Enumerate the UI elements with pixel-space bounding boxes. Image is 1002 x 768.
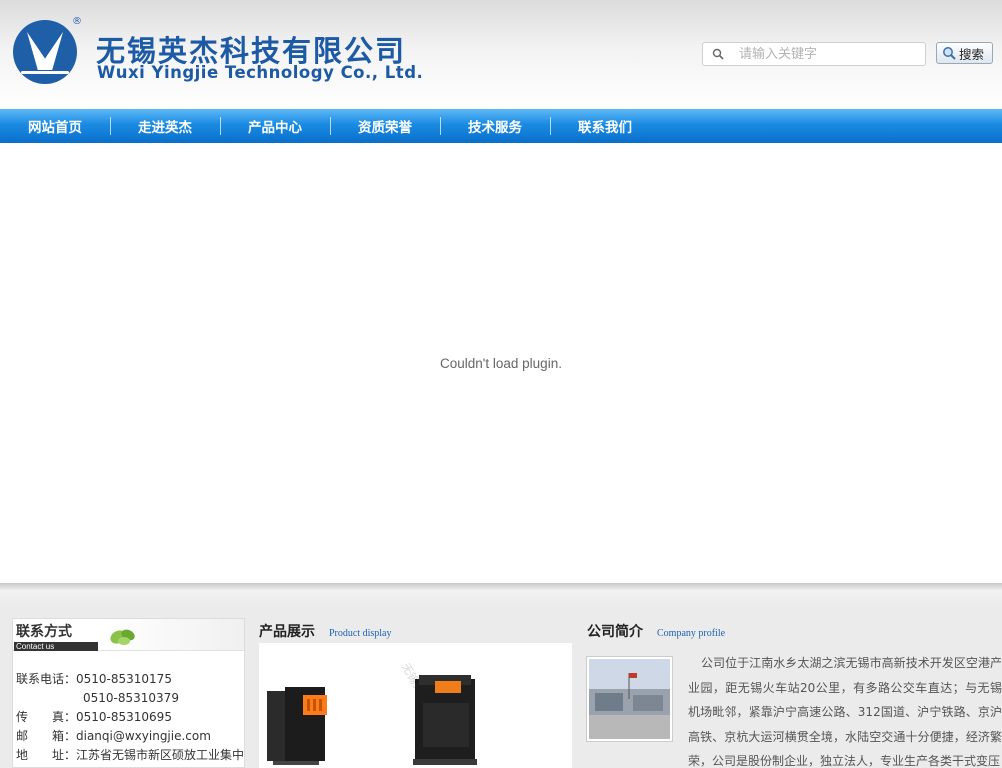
contact-address: 地 址：江苏省无锡市新区硕放工业集中 [16,748,245,762]
logo-bird-shape [27,32,63,70]
company-logo[interactable] [13,20,77,84]
profile-header: 公司简介 Company profile [587,621,725,641]
products-title: 产品展示 [259,624,315,640]
products-title-en[interactable]: Product display [329,628,392,639]
search-button[interactable]: 搜索 [936,42,993,64]
nav-item-products[interactable]: 产品中心 [220,109,330,143]
site-header: ® 无锡英杰科技有限公司 Wuxi Yingjie Technology Co.… [0,0,1002,109]
plugin-placeholder: Couldn't load plugin. [0,143,1002,583]
nav-item-services[interactable]: 技术服务 [440,109,550,143]
company-building-photo[interactable] [586,656,673,742]
nav-item-about[interactable]: 走进英杰 [110,109,220,143]
plugin-error-message: Couldn't load plugin. [440,355,562,371]
contact-panel: 联系方式 Contact us 联系电话：0510-85310175 0510-… [12,618,245,768]
lower-section-divider [0,583,1002,605]
nav-item-contact[interactable]: 联系我们 [550,109,660,143]
search-box [702,42,926,66]
contact-fax: 传 真：0510-85310695 [16,710,172,724]
products-header: 产品展示 Product display [259,621,392,641]
profile-title: 公司简介 [587,624,643,640]
building-image [589,659,670,739]
contact-email: 邮 箱：dianqi@wxyingjie.com [16,729,211,743]
profile-title-en[interactable]: Company profile [657,628,725,639]
contact-subtitle: Contact us [14,642,98,651]
contact-phone-2: 0510-85310379 [83,691,179,705]
contact-title: 联系方式 [16,624,72,640]
leaf-icon [110,629,135,645]
product-image-power-unit[interactable] [409,673,479,768]
nav-item-home[interactable]: 网站首页 [0,109,110,143]
contact-phone: 联系电话：0510-85310175 [16,672,172,686]
profile-description: 公司位于江南水乡太湖之滨无锡市高新技术开发区空港产业园，距无锡火车站20公里，有… [688,656,1002,768]
search-button-label: 搜索 [959,46,985,62]
main-nav: 网站首页 走进英杰 产品中心 资质荣誉 技术服务 联系我们 [0,109,1002,143]
contact-banner: 联系方式 Contact us [13,619,244,651]
nav-item-honors[interactable]: 资质荣誉 [330,109,440,143]
magnifier-icon [943,47,956,60]
registered-mark: ® [72,16,82,27]
product-image-transformer[interactable] [263,681,333,768]
logo-wave-shape [21,71,69,74]
brand-name-english: Wuxi Yingjie Technology Co., Ltd. [97,63,424,82]
contact-details: 联系电话：0510-85310175 0510-85310379 传 真：051… [16,670,244,765]
search-input[interactable] [739,45,919,63]
products-showcase: 无锡英杰 [259,643,572,768]
search-icon [712,48,724,60]
